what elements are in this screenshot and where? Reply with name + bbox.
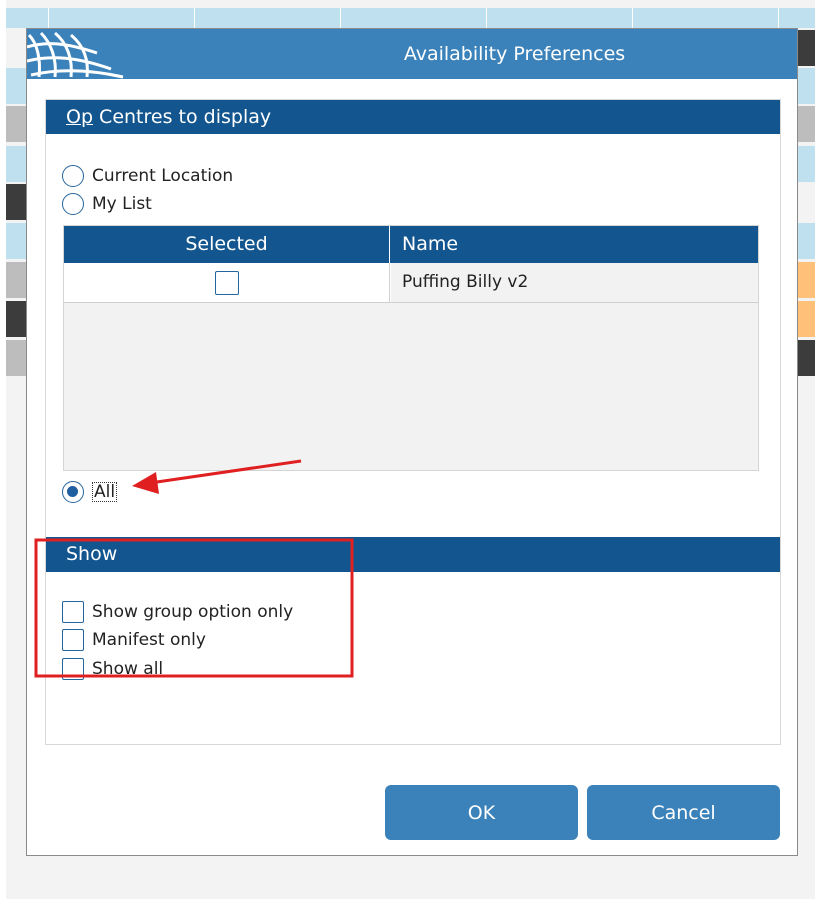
dialog-titlebar[interactable]: Availability Preferences bbox=[26, 29, 797, 79]
radio-button[interactable] bbox=[62, 193, 84, 215]
row-select-checkbox[interactable] bbox=[214, 270, 239, 295]
background-cell bbox=[798, 68, 815, 104]
radio-all[interactable]: All bbox=[62, 480, 118, 504]
radio-button[interactable] bbox=[62, 165, 84, 187]
background-cell bbox=[798, 301, 815, 337]
checkbox-label: Show group option only bbox=[92, 602, 294, 622]
show-header: Show bbox=[46, 537, 780, 572]
checkbox[interactable] bbox=[62, 658, 84, 680]
radio-label: All bbox=[92, 482, 118, 502]
radio-my-list[interactable]: My List bbox=[62, 192, 152, 216]
op-centres-header-accesskey: Op bbox=[66, 106, 94, 128]
background-cell bbox=[6, 68, 26, 104]
preferences-panel: Op Centres to display Current Location M… bbox=[45, 99, 781, 745]
background-cell bbox=[6, 223, 26, 259]
row-select-cell[interactable] bbox=[64, 263, 390, 302]
checkbox-label: Show all bbox=[92, 659, 164, 679]
background-cell bbox=[6, 146, 26, 182]
background-cell bbox=[6, 301, 26, 337]
background-cell bbox=[6, 262, 26, 298]
checkbox-manifest-only[interactable]: Manifest only bbox=[62, 628, 206, 652]
grid-header: Selected Name bbox=[64, 226, 758, 263]
op-centres-header: Op Centres to display bbox=[46, 100, 780, 134]
background-cell bbox=[798, 146, 815, 182]
dialog-title: Availability Preferences bbox=[403, 43, 626, 65]
background-cell bbox=[798, 223, 815, 259]
background-cell bbox=[6, 106, 26, 142]
cancel-button[interactable]: Cancel bbox=[587, 785, 780, 840]
background-cell bbox=[798, 30, 815, 66]
op-centres-grid: Selected Name Puffing Billy v2 bbox=[63, 225, 759, 471]
background-cell bbox=[798, 262, 815, 298]
ok-button[interactable]: OK bbox=[385, 785, 578, 840]
row-name-cell: Puffing Billy v2 bbox=[391, 263, 758, 302]
column-header-selected[interactable]: Selected bbox=[64, 226, 390, 263]
checkbox[interactable] bbox=[62, 601, 84, 623]
radio-label: My List bbox=[92, 194, 152, 214]
checkbox-show-group-option-only[interactable]: Show group option only bbox=[62, 600, 293, 624]
availability-preferences-dialog: Availability Preferences Op Centres to d… bbox=[26, 28, 798, 856]
background-cell bbox=[798, 340, 815, 376]
op-centres-header-label: Centres to display bbox=[93, 106, 272, 128]
table-row[interactable]: Puffing Billy v2 bbox=[64, 263, 758, 303]
radio-label: Current Location bbox=[92, 166, 234, 186]
background-cell bbox=[6, 340, 26, 376]
background-cell bbox=[798, 106, 815, 142]
checkbox-label: Manifest only bbox=[92, 630, 206, 650]
checkbox-show-all[interactable]: Show all bbox=[62, 657, 163, 681]
background-grid-header bbox=[6, 8, 815, 28]
column-header-name[interactable]: Name bbox=[391, 226, 758, 263]
radio-current-location[interactable]: Current Location bbox=[62, 164, 233, 188]
background-cell bbox=[6, 184, 26, 220]
checkbox[interactable] bbox=[62, 629, 84, 651]
radio-button-selected[interactable] bbox=[62, 481, 84, 503]
